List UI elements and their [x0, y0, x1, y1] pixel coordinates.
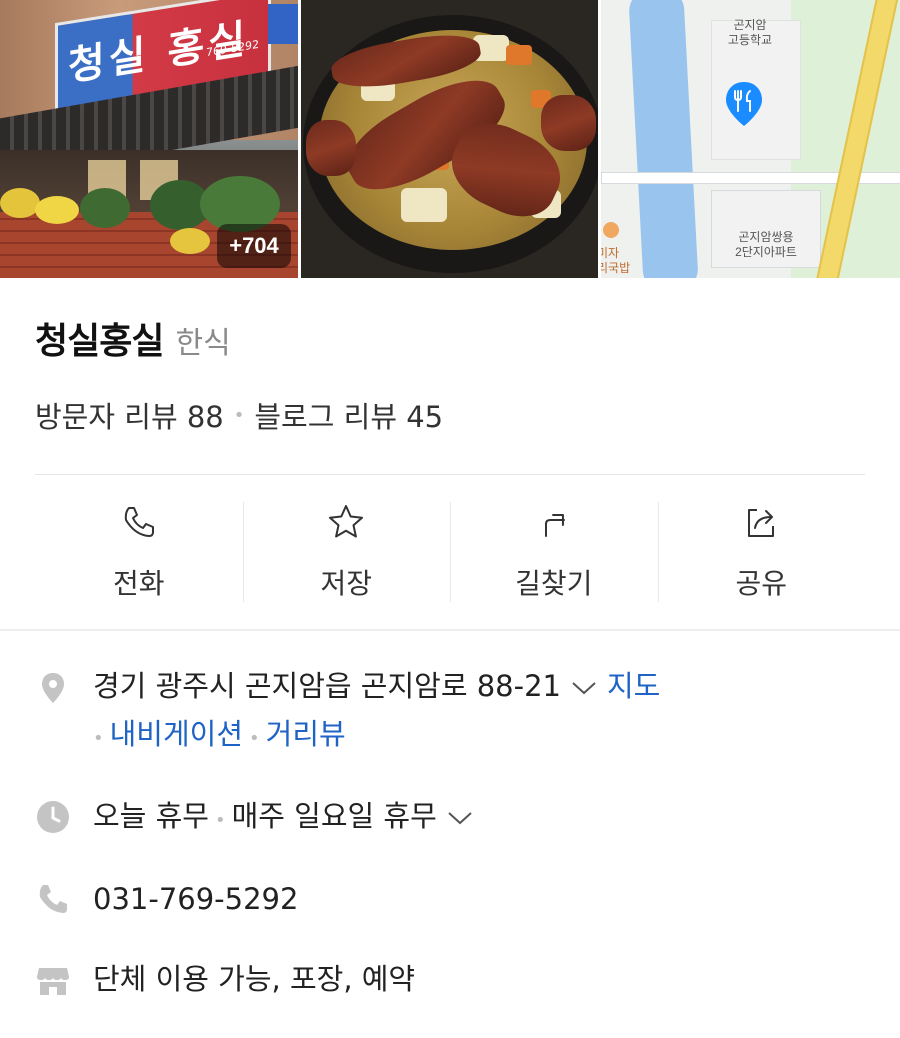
hours-row[interactable]: 오늘 휴무 • 매주 일요일 휴무: [93, 793, 483, 844]
place-category: 한식: [175, 326, 231, 361]
map-thumbnail[interactable]: 곤지암 고등학교 곤지암쌍용 2단지아파트 미자 리국밥: [601, 0, 900, 278]
photo-gallery: 청실 홍실 769-5292 +704 곤지암 고등학교 곤지암쌍용 2단지아파…: [0, 0, 900, 278]
flower-pot: [35, 196, 79, 224]
call-label: 전화: [112, 567, 165, 600]
call-button[interactable]: 전화: [35, 500, 243, 604]
flower-pot: [0, 188, 40, 218]
separator-dot: •: [233, 404, 245, 426]
share-button[interactable]: 공유: [657, 500, 866, 604]
hours-detail: 매주 일요일 휴무: [231, 799, 437, 833]
carrot-piece: [506, 45, 532, 65]
map-pin-icon: [726, 82, 762, 126]
action-bar: 전화 저장 길찾기 공유: [35, 500, 865, 604]
store-icon: [37, 968, 69, 995]
phone-icon: [39, 885, 67, 913]
flower-pot: [170, 228, 210, 254]
chevron-down-icon[interactable]: [571, 680, 597, 696]
duck-piece: [306, 120, 356, 176]
food-photo[interactable]: [301, 0, 598, 278]
duck-piece: [541, 95, 596, 151]
clock-icon: [37, 801, 69, 833]
visitor-review-link[interactable]: 방문자 리뷰 88: [35, 394, 224, 436]
shrub: [80, 188, 130, 228]
address-row: 경기 광주시 곤지암읍 곤지암로 88-21 지도: [93, 663, 660, 709]
map-river: [628, 0, 699, 278]
address-text: 경기 광주시 곤지암읍 곤지암로 88-21: [93, 669, 561, 703]
section-divider: [0, 629, 900, 631]
divider: [35, 474, 865, 475]
chevron-down-icon[interactable]: [447, 810, 473, 826]
place-name: 청실홍실: [35, 321, 164, 362]
amenities-text: 단체 이용 가능, 포장, 예약: [93, 962, 416, 996]
save-button[interactable]: 저장: [242, 500, 451, 604]
share-icon: [748, 509, 775, 537]
map-link[interactable]: 지도: [607, 669, 660, 703]
potato-piece: [401, 188, 447, 222]
phone-number[interactable]: 031-769-5292: [93, 876, 298, 922]
streetview-link[interactable]: 거리뷰: [266, 717, 346, 751]
star-icon: [329, 505, 364, 538]
map-label-apartment: 곤지암쌍용 2단지아파트: [735, 230, 797, 259]
place-header: 청실홍실 한식: [35, 312, 231, 364]
directions-button[interactable]: 길찾기: [450, 500, 658, 604]
separator-dot: •: [249, 728, 260, 749]
directions-icon: [544, 514, 565, 537]
navigation-link[interactable]: 내비게이션: [110, 717, 243, 751]
review-summary: 방문자 리뷰 88 • 블로그 리뷰 45: [35, 394, 443, 436]
save-label: 저장: [320, 567, 373, 600]
side-sign: [268, 4, 298, 44]
directions-label: 길찾기: [515, 567, 593, 600]
phone-icon: [124, 507, 154, 537]
address-links-row: • 내비게이션 • 거리뷰: [93, 711, 346, 762]
map-label-restaurant: 미자 리국밥: [601, 246, 631, 275]
separator-dot: •: [93, 728, 104, 749]
hours-status: 오늘 휴무: [93, 799, 209, 833]
map-label-school: 곤지암 고등학교: [727, 18, 773, 47]
photo-count-badge[interactable]: +704: [217, 224, 291, 268]
blog-review-link[interactable]: 블로그 리뷰 45: [254, 394, 443, 436]
storefront-photo[interactable]: 청실 홍실 769-5292 +704: [0, 0, 298, 278]
separator-dot: •: [214, 810, 226, 831]
map-restaurant-marker: [603, 222, 619, 238]
share-label: 공유: [735, 567, 788, 600]
location-pin-icon: [42, 673, 64, 703]
